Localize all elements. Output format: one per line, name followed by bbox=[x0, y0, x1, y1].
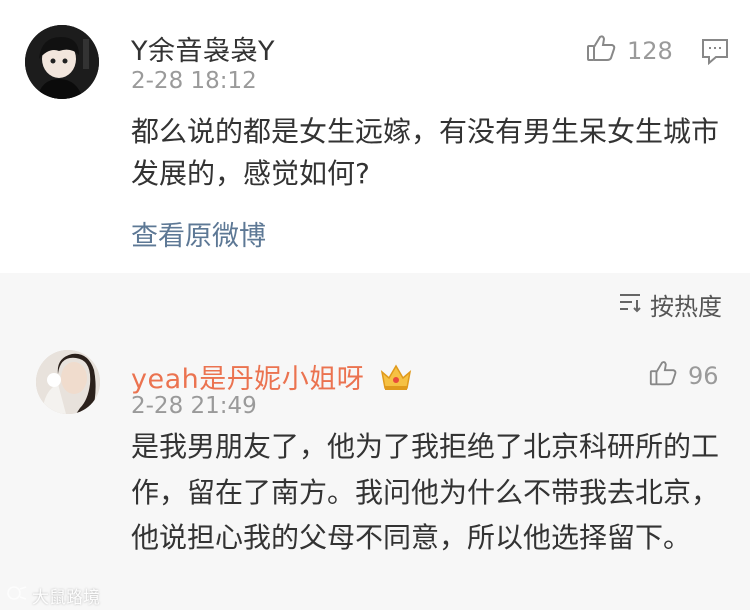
comment-text: 是我男朋友了，他为了我拒绝了北京科研所的工作，留在了南方。我问他为什么不带我去北… bbox=[131, 430, 720, 554]
like-button[interactable]: 128 bbox=[585, 32, 673, 70]
avatar[interactable] bbox=[36, 350, 100, 414]
crown-icon bbox=[379, 362, 413, 399]
watermark-logo-icon bbox=[6, 585, 28, 606]
like-button[interactable]: 96 bbox=[648, 358, 719, 394]
timestamp: 2-28 18:12 bbox=[131, 68, 257, 94]
sort-by-hot-button[interactable]: 按热度 bbox=[618, 287, 722, 322]
comment-text: 都么说的都是女生远嫁，有没有男生呆女生城市发展的，感觉如何? bbox=[131, 115, 720, 190]
sort-label: 按热度 bbox=[650, 293, 722, 321]
view-original-link[interactable]: 查看原微博 bbox=[131, 214, 266, 253]
sort-bar: 按热度 bbox=[0, 273, 750, 331]
comment-card-1: Y余音袅袅Y 2-28 18:12 128 都么说的都是女生远嫁，有没有男生呆女… bbox=[0, 0, 750, 273]
avatar[interactable] bbox=[25, 25, 99, 99]
username-text[interactable]: yeah是丹妮小姐呀 bbox=[131, 364, 364, 395]
thumbs-up-icon bbox=[585, 32, 617, 70]
username[interactable]: Y余音袅袅Y bbox=[131, 29, 275, 68]
like-count: 96 bbox=[688, 362, 719, 390]
timestamp: 2-28 21:49 bbox=[131, 393, 257, 419]
reply-icon[interactable] bbox=[700, 37, 730, 69]
sort-icon bbox=[618, 291, 642, 319]
like-count: 128 bbox=[627, 37, 673, 65]
watermark: 大鼠路境 bbox=[6, 583, 100, 608]
thumbs-up-icon bbox=[648, 358, 678, 394]
watermark-text: 大鼠路境 bbox=[32, 588, 100, 608]
